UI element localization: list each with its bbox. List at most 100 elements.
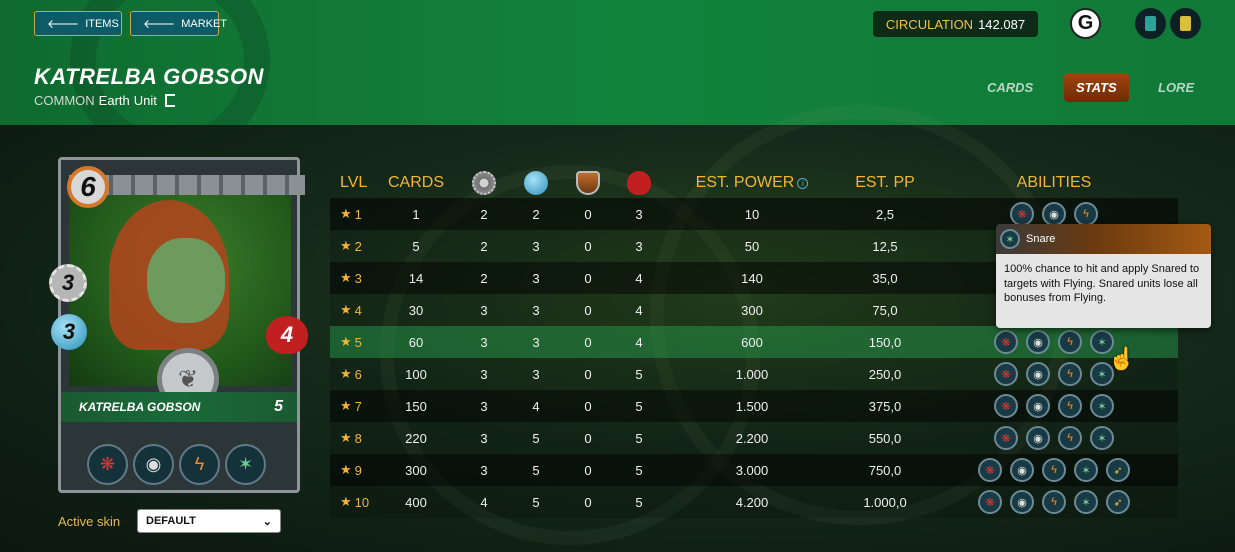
cell-power: 2.200	[735, 430, 769, 446]
table-row: ★ 7 150 3 4 0 5 1.500 375,0 ❋ ◉ ϟ ✶	[330, 390, 1178, 422]
snare-icon[interactable]: ✶	[1074, 458, 1098, 482]
cell-abilities: ❋ ◉ ϟ ✶	[930, 394, 1178, 418]
lightning-icon[interactable]: ϟ	[1042, 458, 1066, 482]
cell-attack: 2	[480, 206, 488, 222]
rage-icon[interactable]: ❋	[1010, 202, 1034, 226]
header-est-pp: EST. PP	[855, 174, 915, 191]
rage-icon[interactable]: ❋	[994, 394, 1018, 418]
rage-icon[interactable]: ❋	[978, 458, 1002, 482]
lightning-icon[interactable]: ϟ	[1058, 394, 1082, 418]
rage-icon[interactable]: ❋	[994, 426, 1018, 450]
mini-card-shape	[1145, 16, 1156, 31]
table-row: ★ 8 220 3 5 0 5 2.200 550,0 ❋ ◉ ϟ ✶	[330, 422, 1178, 454]
snare-icon[interactable]: ✶	[1090, 426, 1114, 450]
cell-lvl: ★ 7	[330, 398, 374, 414]
cell-cards: 100	[405, 366, 427, 382]
gold-foil-icon	[164, 94, 175, 107]
cell-speed: 5	[532, 494, 540, 510]
header-armor	[562, 171, 614, 195]
ability-tooltip: ✶ Snare 100% chance to hit and apply Sna…	[996, 224, 1211, 328]
header-est-power-label: EST. POWER	[695, 174, 795, 191]
arrow-left-icon: 🡐	[47, 17, 80, 31]
cell-cards: 400	[405, 494, 427, 510]
g-logo-icon[interactable]: G	[1070, 8, 1101, 39]
cell-armor: 0	[584, 270, 592, 286]
helmet-icon[interactable]: ◉	[1026, 362, 1050, 386]
helmet-icon[interactable]: ◉	[1010, 490, 1034, 514]
helmet-icon[interactable]: ◉	[1026, 394, 1050, 418]
lightning-icon[interactable]: ϟ	[1058, 362, 1082, 386]
market-button[interactable]: 🡐 MARKET	[130, 11, 227, 36]
gold-cards-icon[interactable]	[1170, 8, 1201, 39]
cell-lvl: ★ 8	[330, 430, 374, 446]
cell-attack: 3	[480, 398, 488, 414]
snare-icon: ✶	[1000, 229, 1020, 249]
header-lvl: LVL	[340, 174, 368, 191]
snare-icon[interactable]: ✶	[1090, 394, 1114, 418]
cell-armor: 0	[584, 494, 592, 510]
tab-cards[interactable]: CARDS	[975, 73, 1045, 102]
lightning-icon[interactable]: ϟ	[1074, 202, 1098, 226]
cell-health: 4	[635, 270, 643, 286]
tooltip-title: Snare	[1026, 233, 1056, 245]
cell-power: 50	[744, 238, 760, 254]
star-icon: ★	[340, 206, 352, 221]
mana-cost: 6	[67, 166, 109, 208]
snare-icon[interactable]: ✶	[1074, 490, 1098, 514]
helmet-icon[interactable]: ◉	[133, 444, 174, 485]
hand-cursor-icon: ☝	[1108, 346, 1136, 371]
chevron-down-icon: ⌄	[262, 515, 272, 528]
reflex-icon[interactable]: ➶	[1106, 458, 1130, 482]
card-art: ❦	[69, 175, 305, 410]
snare-icon[interactable]: ✶	[225, 444, 266, 485]
cell-cards: 300	[405, 462, 427, 478]
header-est-power: EST. POWER i	[664, 174, 840, 192]
table-row: ★ 9 300 3 5 0 5 3.000 750,0 ❋ ◉ ϟ ✶ ➶	[330, 454, 1178, 486]
helmet-icon[interactable]: ◉	[1010, 458, 1034, 482]
skin-select-value: DEFAULT	[146, 515, 196, 527]
circulation-label: CIRCULATION	[885, 16, 974, 32]
helmet-icon[interactable]: ◉	[1026, 330, 1050, 354]
tooltip-header: ✶ Snare	[996, 224, 1211, 254]
cell-health: 4	[635, 334, 643, 350]
star-icon: ★	[340, 430, 352, 445]
teal-cards-icon[interactable]	[1135, 8, 1166, 39]
skin-select[interactable]: DEFAULT ⌄	[137, 509, 281, 533]
melee-attack-icon	[472, 171, 496, 195]
cell-armor: 0	[584, 398, 592, 414]
card-element: Earth	[98, 93, 130, 108]
cell-lvl: ★ 1	[330, 206, 374, 222]
helmet-icon[interactable]: ◉	[1026, 426, 1050, 450]
cell-abilities: ❋ ◉ ϟ ✶	[930, 426, 1178, 450]
lightning-icon[interactable]: ϟ	[179, 444, 220, 485]
rage-icon[interactable]: ❋	[994, 330, 1018, 354]
star-icon: ★	[340, 494, 352, 509]
cell-pp: 250,0	[868, 366, 902, 382]
lightning-icon[interactable]: ϟ	[1058, 426, 1082, 450]
speed-icon	[524, 171, 548, 195]
tab-lore[interactable]: LORE	[1146, 73, 1206, 102]
tab-stats[interactable]: STATS	[1064, 73, 1129, 102]
cell-speed: 3	[532, 366, 540, 382]
lightning-icon[interactable]: ϟ	[1058, 330, 1082, 354]
cell-pp: 550,0	[868, 430, 902, 446]
rage-icon[interactable]: ❋	[994, 362, 1018, 386]
reflex-icon[interactable]: ➶	[1106, 490, 1130, 514]
info-icon[interactable]: i	[797, 177, 809, 189]
level-value: 3	[354, 270, 362, 286]
rage-icon[interactable]: ❋	[978, 490, 1002, 514]
lightning-icon[interactable]: ϟ	[1042, 490, 1066, 514]
cell-speed: 5	[532, 430, 540, 446]
helmet-icon[interactable]: ◉	[1042, 202, 1066, 226]
cell-pp: 1.000,0	[863, 494, 907, 510]
circulation-value: 142.087	[978, 16, 1026, 32]
cell-lvl: ★ 5	[330, 334, 374, 350]
cell-armor: 0	[584, 334, 592, 350]
cell-armor: 0	[584, 462, 592, 478]
items-button[interactable]: 🡐 ITEMS	[34, 11, 122, 36]
melee-stat: 3	[49, 264, 87, 302]
cell-health: 5	[635, 430, 643, 446]
star-icon: ★	[340, 302, 352, 317]
rage-icon[interactable]: ❋	[87, 444, 128, 485]
cell-speed: 4	[532, 398, 540, 414]
